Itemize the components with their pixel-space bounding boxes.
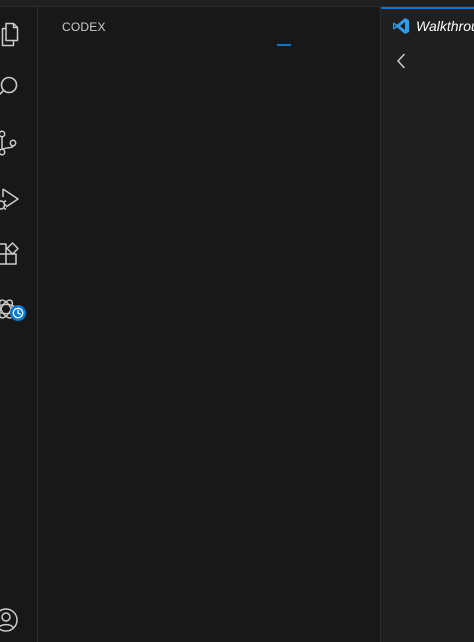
progress-indicator	[277, 44, 291, 46]
tab-label: Walkthrough	[416, 17, 474, 34]
accounts-icon	[0, 608, 18, 632]
back-button[interactable]	[393, 51, 409, 71]
codex-sidebar: CODEX	[38, 7, 381, 642]
files-icon	[1, 22, 19, 47]
clock-icon	[12, 307, 24, 319]
activity-badge	[10, 305, 26, 321]
editor-area: Walkthrough	[381, 7, 474, 642]
accounts-button[interactable]	[0, 600, 26, 640]
run-debug-icon	[0, 188, 19, 211]
codex-button[interactable]	[0, 289, 26, 329]
tab-walkthrough[interactable]: Walkthrough	[381, 7, 474, 42]
extensions-button[interactable]	[0, 234, 26, 274]
title-bar	[0, 0, 474, 7]
explorer-button[interactable]	[0, 14, 26, 54]
extensions-icon	[0, 242, 19, 265]
run-debug-button[interactable]	[0, 179, 26, 219]
activity-bar	[0, 7, 38, 642]
vscode-window: CODEX Walkthrough	[0, 0, 474, 642]
sidebar-title: CODEX	[62, 20, 106, 34]
source-control-button[interactable]	[0, 123, 26, 163]
source-control-icon	[0, 130, 17, 156]
vscode-logo-icon	[392, 17, 410, 35]
chevron-left-icon	[397, 53, 405, 69]
search-button[interactable]	[0, 68, 26, 108]
search-icon	[0, 76, 18, 96]
